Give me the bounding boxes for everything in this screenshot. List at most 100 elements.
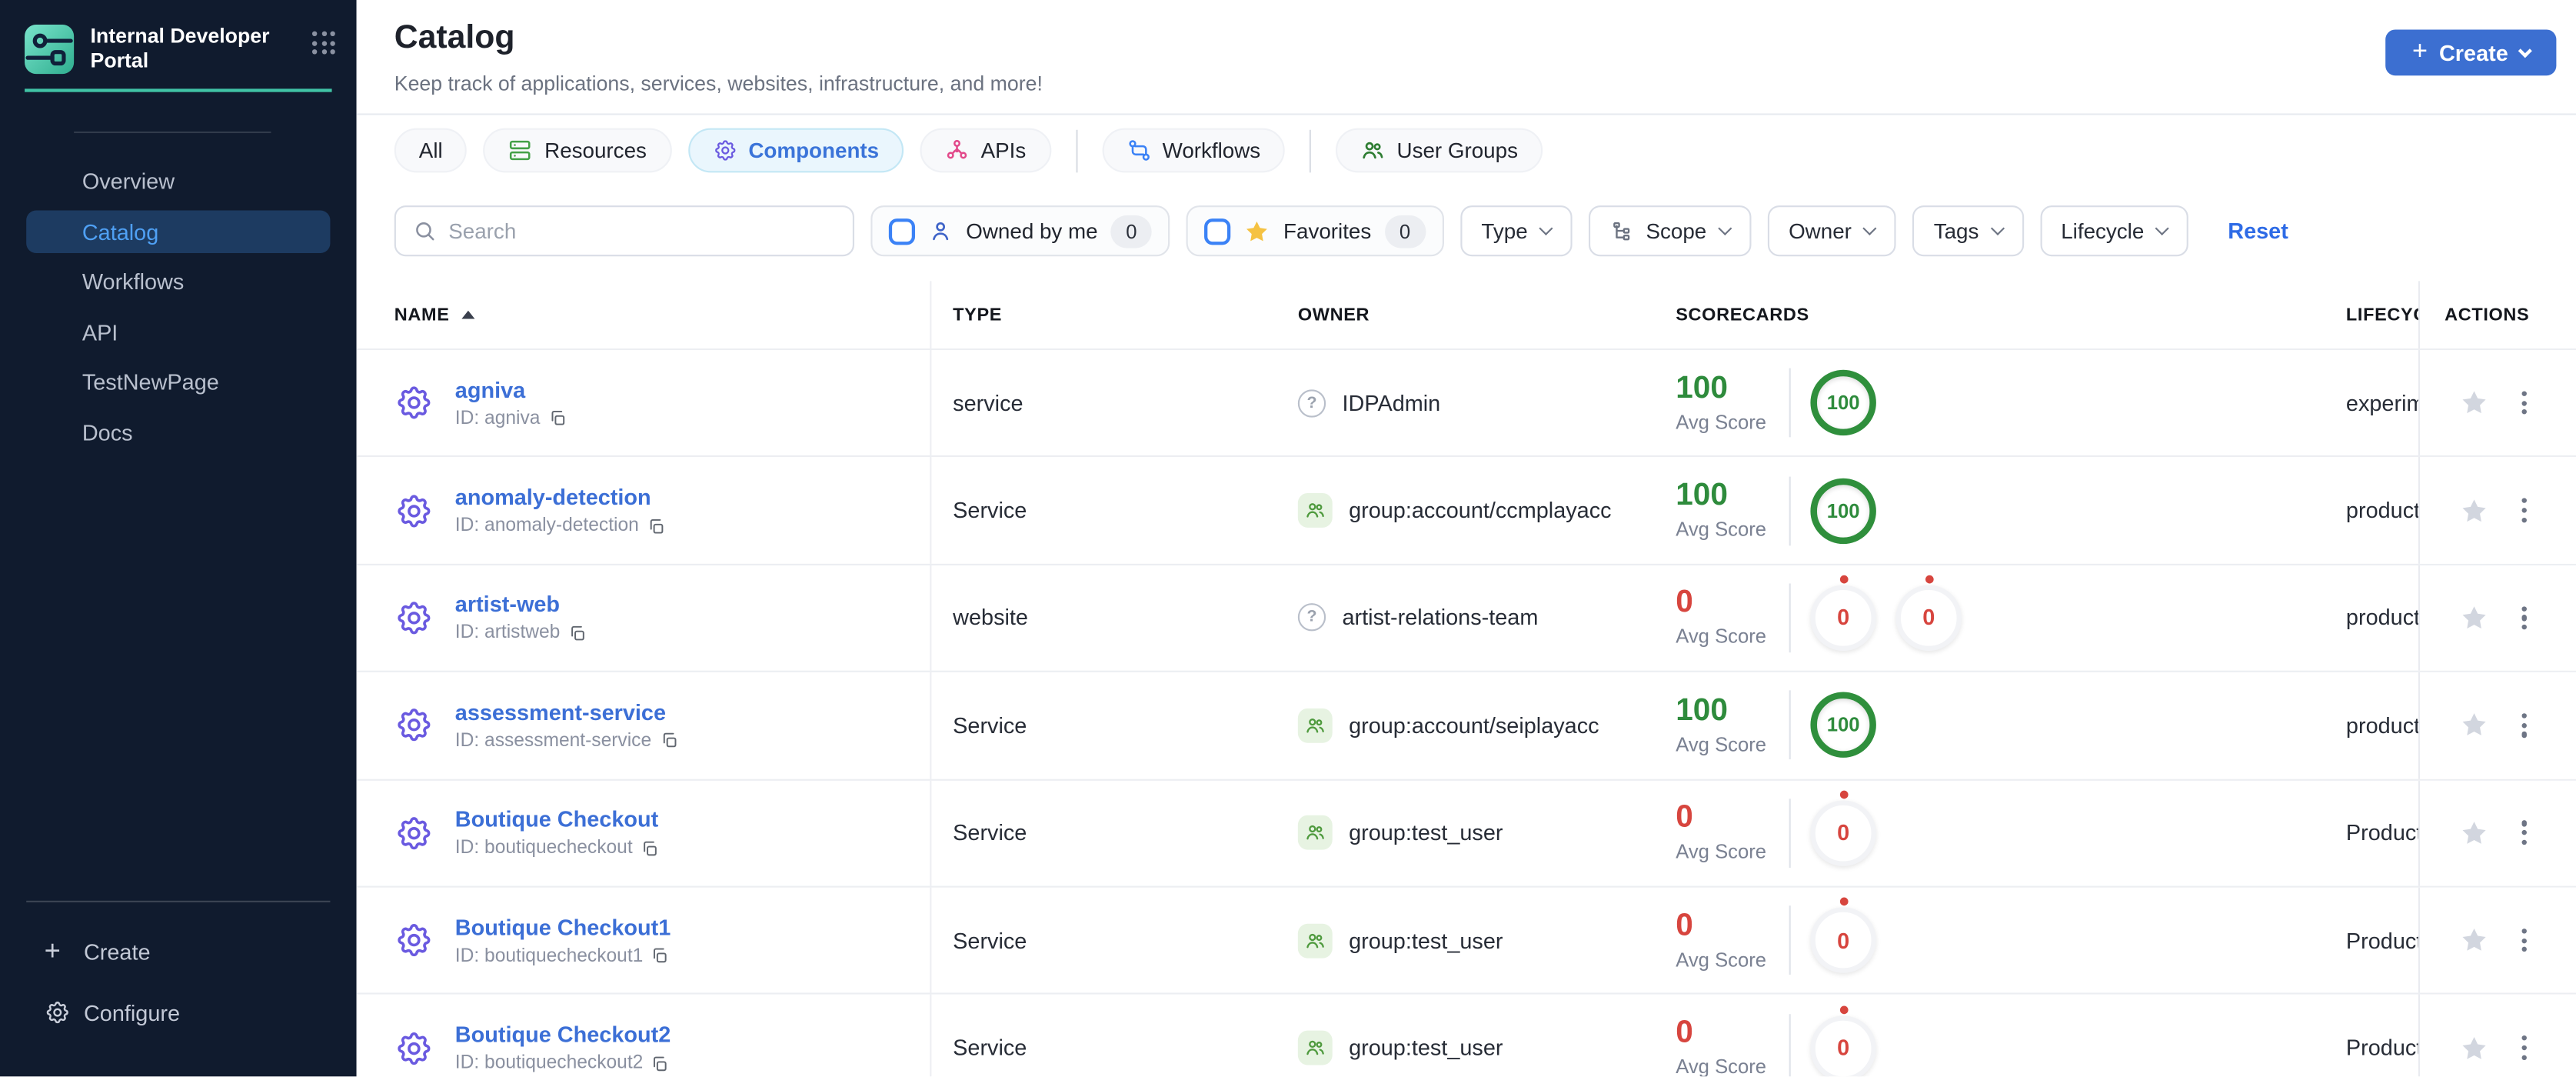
scorecard-circle[interactable]: 0 [1810,575,1876,651]
favorite-star-icon[interactable] [2459,495,2488,525]
favorite-star-icon[interactable] [2459,711,2488,740]
kebab-menu-icon[interactable] [2517,494,2532,528]
sidebar-item-workflows[interactable]: Workflows [26,261,330,304]
entity-name-link[interactable]: Boutique Checkout [455,808,659,832]
sidebar-item-api[interactable]: API [26,311,330,354]
tab-all[interactable]: All [394,128,468,173]
column-header-owner[interactable]: OWNER [1298,281,1659,348]
entity-id: ID: anomaly-detection [455,516,665,536]
entity-name-link[interactable]: Boutique Checkout1 [455,915,671,939]
table-row[interactable]: artist-web ID: artistweb website ? artis… [356,563,2576,672]
kebab-menu-icon[interactable] [2517,816,2532,850]
chevron-down-icon [1989,221,2004,236]
table-row[interactable]: anomaly-detection ID: anomaly-detection … [356,455,2576,564]
scorecard-circle[interactable]: 100 [1810,692,1876,759]
entity-id: ID: agniva [455,408,567,428]
lifecycle-cell: production [2345,605,2418,631]
search-box[interactable] [394,205,854,257]
scope-dropdown[interactable]: Scope [1588,205,1751,257]
copy-icon[interactable] [651,1055,670,1073]
table-row[interactable]: agniva ID: agniva service ? IDPAdmin 100 [356,348,2576,456]
table-row[interactable]: Boutique Checkout2 ID: boutiquecheckout2… [356,993,2576,1077]
avg-score-value: 0 [1676,801,1693,835]
favorite-star-icon[interactable] [2459,818,2488,847]
score-circles: 0 [1810,790,1876,866]
component-gear-icon [394,1028,434,1067]
favorite-star-icon[interactable] [2459,1033,2488,1062]
search-input[interactable] [448,218,837,244]
column-header-type[interactable]: TYPE [931,281,1297,348]
scorecards-cell: 0 Avg Score 00 [1659,565,2346,671]
scorecard-circle[interactable]: 0 [1810,1005,1876,1077]
type-dropdown[interactable]: Type [1459,205,1573,257]
entity-name-link[interactable]: anomaly-detection [455,485,665,509]
sidebar-item-catalog[interactable]: Catalog [26,210,331,254]
owned-by-me-checkbox[interactable] [888,218,916,245]
copy-icon[interactable] [568,625,587,643]
favorite-star-icon[interactable] [2459,603,2488,632]
table-row[interactable]: assessment-service ID: assessment-servic… [356,671,2576,779]
type-cell: Service [953,928,1027,953]
tags-dropdown[interactable]: Tags [1912,205,2024,257]
entity-name-link[interactable]: assessment-service [455,700,678,725]
entity-name-link[interactable]: agniva [455,378,567,402]
avg-score-value: 100 [1676,478,1728,513]
scorecard-circle[interactable]: 100 [1810,477,1876,544]
column-header-name[interactable]: NAME [357,281,932,348]
create-button[interactable]: + Create [2385,29,2557,76]
entity-type-tabs: All Resources Components APIs Workflows … [357,128,2576,173]
column-header-lifecycle[interactable]: LIFECYCLE [2346,281,2418,348]
reset-filters-link[interactable]: Reset [2228,218,2288,243]
actions-cell [2418,457,2576,564]
sidebar-configure-button[interactable]: Configure [0,992,357,1032]
tab-resources[interactable]: Resources [484,128,671,173]
owned-by-me-filter[interactable]: Owned by me 0 [870,205,1170,257]
sidebar-footer-divider [26,900,331,902]
copy-icon[interactable] [548,409,567,428]
kebab-menu-icon[interactable] [2517,386,2532,420]
owner-dropdown[interactable]: Owner [1767,205,1896,257]
entity-name-link[interactable]: artist-web [455,592,587,617]
copy-icon[interactable] [647,517,666,535]
favorite-star-icon[interactable] [2459,388,2488,418]
avg-score: 100 Avg Score [1676,368,1791,438]
tab-user-groups[interactable]: User Groups [1336,128,1543,173]
lifecycle-dropdown[interactable]: Lifecycle [2039,205,2188,257]
kebab-menu-icon[interactable] [2517,923,2532,957]
owner-icon: ? [1297,922,1349,958]
scorecard-circle[interactable]: 100 [1810,370,1876,436]
scorecard-circle[interactable]: 0 [1810,897,1876,974]
sidebar-item-overview[interactable]: Overview [26,160,330,203]
scorecard-circle[interactable]: 0 [1810,790,1876,866]
sidebar-item-testnewpage[interactable]: TestNewPage [26,361,330,404]
table-row[interactable]: Boutique Checkout ID: boutiquecheckout S… [356,778,2576,886]
tab-apis[interactable]: APIs [920,128,1051,173]
score-circles: 100 [1810,370,1876,436]
column-header-scorecards[interactable]: SCORECARDS [1659,281,2346,348]
copy-icon[interactable] [651,947,670,965]
brand: Internal Developer Portal [0,0,357,75]
tab-workflows[interactable]: Workflows [1101,128,1286,173]
kebab-menu-icon[interactable] [2517,1031,2532,1065]
copy-icon[interactable] [641,839,659,858]
favorites-checkbox[interactable] [1204,218,1231,245]
entity-name-link[interactable]: Boutique Checkout2 [455,1022,671,1047]
sidebar-item-docs[interactable]: Docs [26,411,330,454]
favorites-filter[interactable]: Favorites 0 [1186,205,1444,257]
brand-accent-line [25,88,332,92]
avg-score-value: 100 [1676,693,1728,729]
scorecard-circle[interactable]: 0 [1895,575,1962,651]
score-circles: 0 [1810,1005,1876,1077]
kebab-menu-icon[interactable] [2517,709,2532,742]
kebab-menu-icon[interactable] [2517,601,2532,635]
scorecards-cell: 100 Avg Score 100 [1659,672,2346,779]
favorite-star-icon[interactable] [2459,925,2488,955]
lifecycle-cell: production [2345,498,2418,523]
tab-components[interactable]: Components [687,128,904,173]
owner-cell: ? group:test_user [1297,995,1659,1076]
app-switcher-icon[interactable] [311,31,337,56]
table-row[interactable]: Boutique Checkout1 ID: boutiquecheckout1… [356,885,2576,994]
group-icon [1297,815,1333,851]
sidebar-create-button[interactable]: + Create [0,932,357,971]
copy-icon[interactable] [660,732,678,751]
